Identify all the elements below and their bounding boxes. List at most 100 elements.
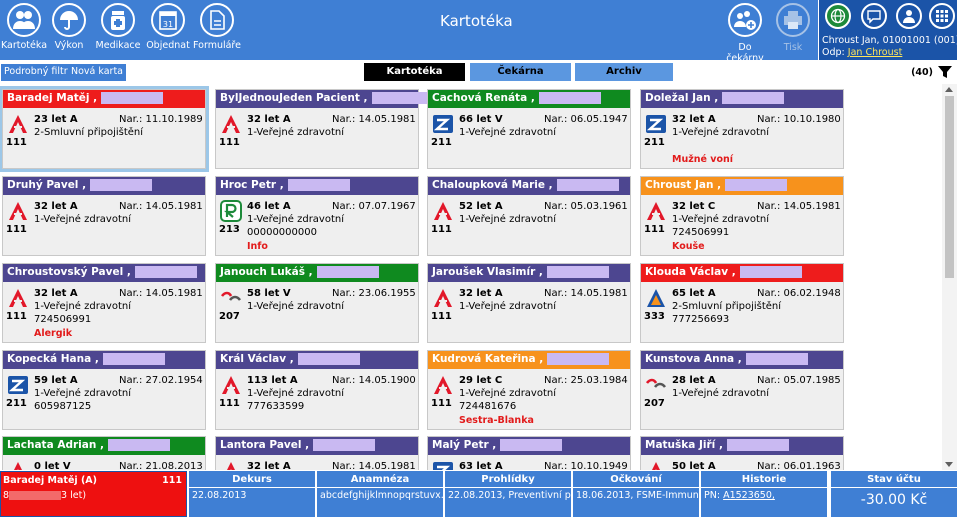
nav-formulare-button[interactable]: Formuláře [193,2,241,58]
selected-patient-panel[interactable]: Baradej Matěj (A) 111 83 let) [0,471,187,517]
patient-card[interactable]: Hroc Petr , 213 46 let A Nar.: 07.07.1967 1-… [215,176,419,256]
account-balance-panel[interactable]: Stav účtu -30.00 Kč [831,471,957,517]
patient-card[interactable]: Chroustovský Pavel , 111 32 let A Nar.: 14.… [2,263,206,343]
nav-vykon-button[interactable]: Výkon [45,2,93,58]
app-title: Kartotéka [440,12,513,30]
patient-name: Kunstova Anna , [645,353,742,365]
user-icon[interactable] [896,3,922,29]
patient-name: Janouch Lukáš , [220,266,313,278]
patient-card[interactable]: Janouch Lukáš , 207 58 let V Nar.: 23.06.19… [215,263,419,343]
insurance-code: 111 [644,224,665,235]
patient-card-header: BylJednouJeden Pacient , [216,90,434,108]
redacted-mask [500,439,563,451]
patient-card[interactable]: Doležal Jan , 211 32 let A Nar.: 10.10.1980… [640,89,844,169]
patient-card[interactable]: Druhý Pavel , 111 32 let A Nar.: 14.05.1981… [2,176,206,256]
patient-card[interactable]: BylJednouJeden Pacient , 111 32 let A Nar.:… [215,89,434,169]
apps-grid-icon[interactable] [929,3,955,29]
patient-card-header: Hroc Petr , [216,177,418,195]
patient-card[interactable]: Lachata Adrian ,1110 let VNar.: 21.08.20… [2,436,206,470]
redacted-mask [316,266,379,278]
patient-card[interactable]: Matuška Jiří ,11150 let ANar.: 06.01.196… [640,436,844,470]
nav-medikace-button[interactable]: Medikace [94,2,142,58]
historie-link[interactable]: A1523650, [723,490,775,501]
patient-birth-date: Nar.: 10.10.1949 [544,461,628,470]
nav-objednat-button[interactable]: 31 Objednat [144,2,192,58]
globe-icon[interactable] [825,3,851,29]
patient-card-header: Kopecká Hana , [3,351,205,369]
insurance-type: 1-Veřejné zdravotní [247,127,345,138]
patient-card[interactable]: Klouda Václav , 333 65 let A Nar.: 06.02.19… [640,263,844,343]
patient-card[interactable]: Jaroušek Vlasimír , 111 32 let A Nar.: 14.0… [427,263,631,343]
historie-panel[interactable]: Historie PN: A1523650, [701,471,827,517]
insurance-logo-icon [432,287,454,309]
patient-card[interactable]: Král Václav , 111 113 let A Nar.: 14.05.190… [215,350,419,430]
nav-vykon-label: Výkon [54,40,84,51]
print-button[interactable]: Tisk [769,2,817,53]
patient-card[interactable]: Kudrová Kateřina , 111 29 let C Nar.: 25.03… [427,350,631,430]
anamneza-panel[interactable]: Anamnéza abcdefghijklmnopqrstuvx... [317,471,443,517]
filter-icon[interactable] [938,65,952,79]
insurance-code: 211 [644,137,665,148]
patient-birth-date: Nar.: 06.02.1948 [757,288,841,299]
nav-medikace-label: Medikace [95,40,141,51]
insurance-logo-icon [432,374,454,396]
scroll-down-icon[interactable] [945,462,953,467]
redacted-mask [371,92,434,104]
patient-card[interactable]: Chaloupková Marie , 111 52 let A Nar.: 05.0… [427,176,631,256]
insurance-type: 1-Veřejné zdravotní [672,388,770,399]
insurance-logo-icon [645,374,667,396]
patients-icon [7,3,41,37]
patient-card[interactable]: Malý Petr ,21163 let ANar.: 10.10.1949 [427,436,631,470]
insurance-type: 2-Smluvní připojištění [34,127,144,138]
responsible-user-link[interactable]: Jan Chroust [848,47,903,58]
insurance-logo-icon [7,200,29,222]
tab-kartoteka[interactable]: Kartotéka [364,63,465,81]
insurance-logo-icon [645,113,667,135]
chat-icon[interactable] [861,3,887,29]
detailed-filter-button[interactable]: Podrobný filtr [1,64,71,81]
user-panel-icons [823,3,955,29]
redacted-mask [745,353,808,365]
redacted-mask [107,439,170,451]
patient-age: 59 let A [34,375,78,386]
insurance-code: 213 [219,224,240,235]
insurance-type: 1-Veřejné zdravotní [247,388,345,399]
patient-age: 23 let A [34,114,78,125]
patient-card[interactable]: Baradej Matěj , 111 23 let A Nar.: 11.10.19… [0,86,209,172]
patient-name: BylJednouJeden Pacient , [220,92,368,104]
new-card-button[interactable]: Nová karta [68,64,126,81]
tab-archiv[interactable]: Archiv [575,63,673,81]
patient-phone: 724481676 [459,401,517,412]
insurance-code: 111 [431,311,452,322]
patient-birth-date: Nar.: 14.05.1981 [332,114,416,125]
vertical-scrollbar[interactable] [942,84,957,470]
patient-card-header: Chroustovský Pavel , [3,264,205,282]
patient-birth-date: Nar.: 21.08.2013 [119,461,203,470]
patient-card[interactable]: Kunstova Anna , 207 28 let A Nar.: 05.07.19… [640,350,844,430]
nav-kartoteka-label: Kartotéka [0,40,48,51]
redacted-mask [297,353,360,365]
anamneza-header: Anamnéza [317,471,443,488]
ockovani-value: 18.06.2013, FSME-Immun 0. [576,490,699,501]
patient-card[interactable]: Lantora Pavel ,11132 let ANar.: 14.05.19… [215,436,419,470]
dekurs-panel[interactable]: Dekurs 22.08.2013 [189,471,315,517]
tab-cekarna[interactable]: Čekárna [470,63,571,81]
ockovani-panel[interactable]: Očkování 18.06.2013, FSME-Immun 0. [573,471,699,517]
insurance-logo-icon [7,287,29,309]
dekurs-value: 22.08.2013 [192,490,247,501]
to-waiting-room-button[interactable]: Do čekárny [721,2,769,64]
patient-name: Matuška Jiří , [645,439,723,451]
insurance-logo-icon [645,460,667,470]
patient-age: 113 let A [247,375,298,386]
patient-card[interactable]: Kopecká Hana , 211 59 let A Nar.: 27.02.195… [2,350,206,430]
scroll-thumb[interactable] [945,96,954,278]
toolbar: Podrobný filtr Nová karta Kartotéka Čeká… [0,60,957,84]
insurance-logo-icon [7,460,29,470]
patient-card-header: Chaloupková Marie , [428,177,630,195]
patient-card-grid: Baradej Matěj , 111 23 let A Nar.: 11.10.19… [0,84,942,470]
scroll-up-icon[interactable] [945,87,953,92]
prohlidky-panel[interactable]: Prohlídky 22.08.2013, Preventivní prohl [445,471,571,517]
nav-kartoteka-button[interactable]: Kartotéka [0,2,48,58]
patient-card[interactable]: Cachová Renáta , 211 66 let V Nar.: 06.05.1… [427,89,631,169]
patient-card[interactable]: Chroust Jan , 111 32 let C Nar.: 14.05.1981… [640,176,844,256]
